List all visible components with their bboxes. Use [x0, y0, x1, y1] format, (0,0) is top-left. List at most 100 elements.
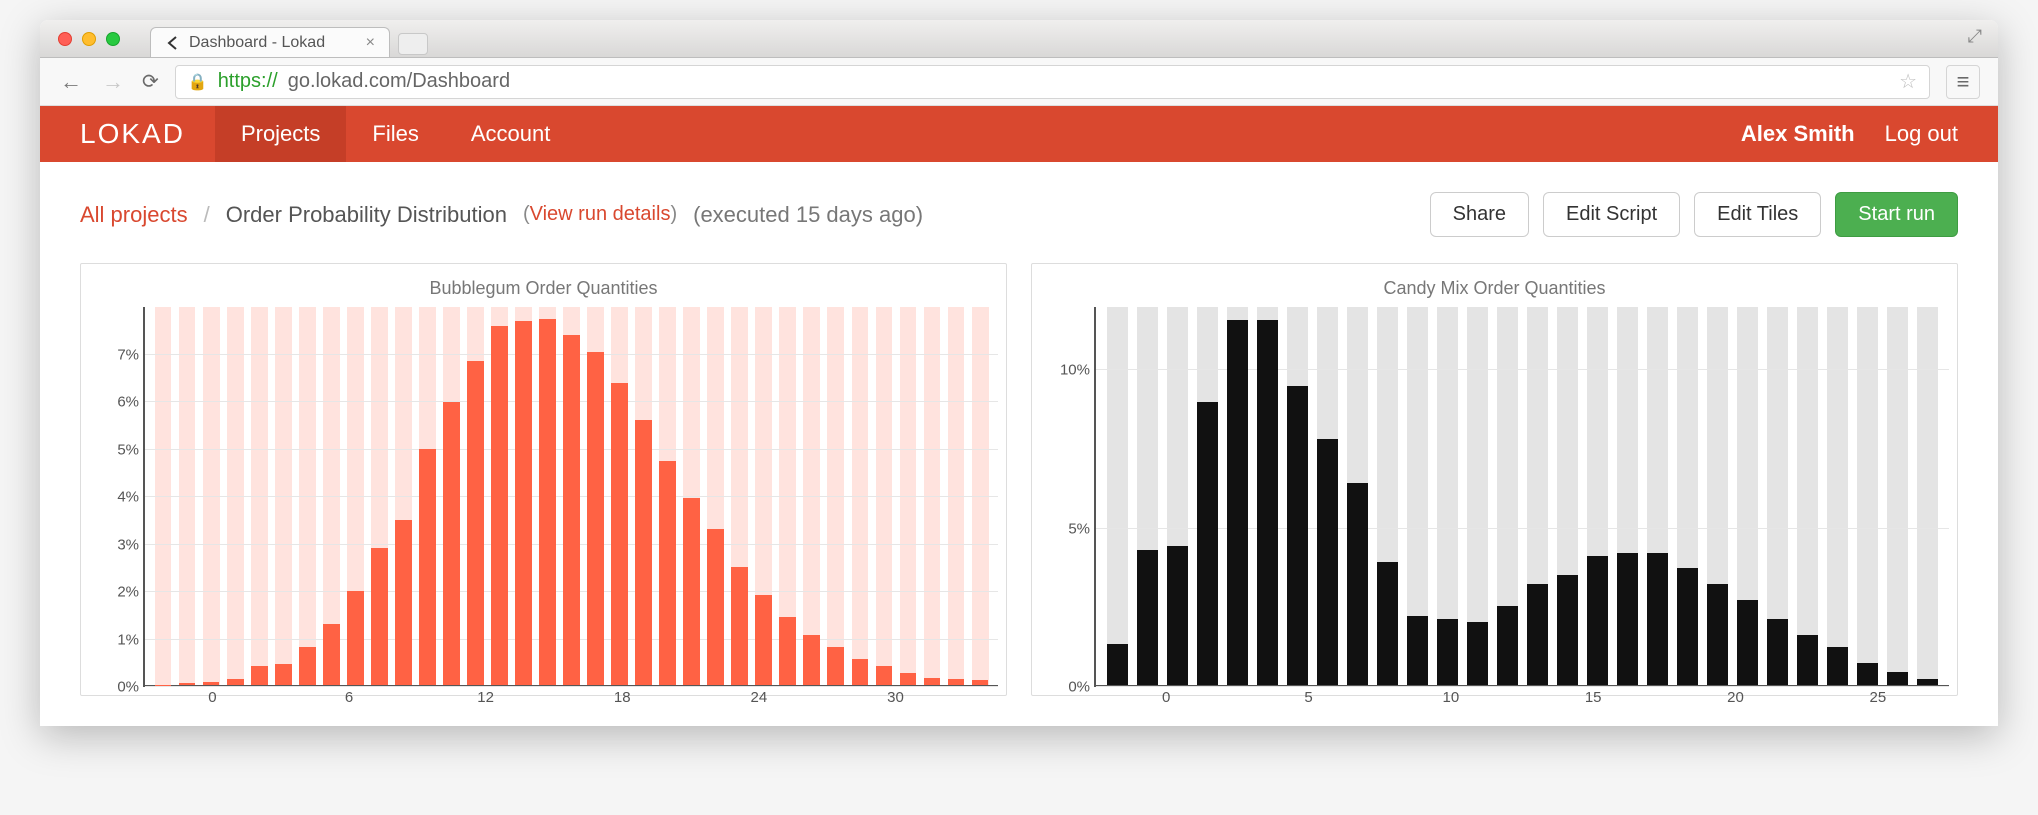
y-tick-label: 6%: [117, 394, 139, 411]
reload-button[interactable]: ⟳: [142, 69, 159, 94]
bar: [539, 319, 556, 685]
bar-slot: [1372, 307, 1402, 685]
bar-slot: [1102, 307, 1132, 685]
bar: [611, 383, 628, 685]
bar-background: [1797, 307, 1818, 685]
y-tick-label: 0%: [1068, 679, 1090, 696]
view-run-details-link[interactable]: (View run details): [523, 203, 677, 226]
zoom-window-icon[interactable]: [106, 32, 120, 46]
x-tick-label: 10: [1443, 689, 1460, 706]
user-name[interactable]: Alex Smith: [1741, 121, 1855, 147]
bar-slot: [1613, 307, 1643, 685]
bar: [1257, 320, 1278, 685]
nav-projects[interactable]: Projects: [215, 106, 346, 162]
edit-tiles-button[interactable]: Edit Tiles: [1694, 192, 1821, 237]
bar: [683, 498, 700, 685]
fullscreen-icon[interactable]: ⤢: [1968, 26, 1982, 47]
chart-title: Bubblegum Order Quantities: [89, 278, 998, 299]
url-path: go.lokad.com/Dashboard: [288, 70, 510, 93]
bar-slot: [1853, 307, 1883, 685]
chart-title: Candy Mix Order Quantities: [1040, 278, 1949, 299]
edit-script-button[interactable]: Edit Script: [1543, 192, 1680, 237]
bar: [1917, 679, 1938, 685]
y-tick-label: 7%: [117, 346, 139, 363]
bar: [1137, 550, 1158, 685]
x-axis: 0510152025: [1152, 685, 1949, 713]
bar: [1467, 622, 1488, 685]
browser-tabs: Dashboard - Lokad ×: [150, 20, 428, 57]
address-bar[interactable]: 🔒 https://go.lokad.com/Dashboard ☆: [175, 65, 1930, 99]
browser-menu-button[interactable]: ≡: [1946, 65, 1980, 99]
bar: [1737, 600, 1758, 685]
bar: [1797, 635, 1818, 685]
bar: [1677, 568, 1698, 685]
bar-slot: [1703, 307, 1733, 685]
bar-slot: [1342, 307, 1372, 685]
bar-slot: [1312, 307, 1342, 685]
close-tab-icon[interactable]: ×: [366, 34, 375, 52]
bar: [731, 567, 748, 685]
executed-label: (executed 15 days ago): [693, 202, 923, 228]
y-tick-label: 2%: [117, 584, 139, 601]
header-right: Alex Smith Log out: [1741, 121, 1958, 147]
bar-slot: [1282, 307, 1312, 685]
bar: [347, 591, 364, 686]
bar-slot: [1763, 307, 1793, 685]
bar: [1557, 575, 1578, 685]
x-tick-label: 0: [208, 689, 216, 706]
bar: [1707, 584, 1728, 685]
bar: [227, 679, 244, 685]
bar: [803, 635, 820, 685]
breadcrumb-root[interactable]: All projects: [80, 202, 188, 228]
url-scheme: https://: [218, 70, 278, 93]
browser-titlebar: Dashboard - Lokad × ⤢: [40, 20, 1998, 58]
bar: [491, 326, 508, 685]
bar: [1647, 553, 1668, 685]
bar-chart: 0%1%2%3%4%5%6%7% 0612182430: [89, 307, 998, 687]
close-window-icon[interactable]: [58, 32, 72, 46]
nav-account[interactable]: Account: [445, 106, 577, 162]
breadcrumb-sep: /: [204, 202, 210, 228]
bar-slot: [1192, 307, 1222, 685]
bar: [275, 664, 292, 685]
bar: [1407, 616, 1428, 685]
bar-slot: [1823, 307, 1853, 685]
bar-slot: [1673, 307, 1703, 685]
chart-tile-candymix: Candy Mix Order Quantities 0%5%10% 05101…: [1031, 263, 1958, 696]
bar: [1287, 386, 1308, 685]
bar: [924, 678, 941, 685]
minimize-window-icon[interactable]: [82, 32, 96, 46]
forward-button[interactable]: →: [100, 69, 126, 95]
y-axis: 0%1%2%3%4%5%6%7%: [89, 307, 145, 687]
bookmark-icon[interactable]: ☆: [1899, 69, 1917, 94]
x-tick-label: 6: [345, 689, 353, 706]
bar-slot: [1222, 307, 1252, 685]
browser-tab-active[interactable]: Dashboard - Lokad ×: [150, 27, 390, 57]
back-button[interactable]: ←: [58, 69, 84, 95]
toolbar: Share Edit Script Edit Tiles Start run: [1430, 192, 1958, 237]
bar: [1587, 556, 1608, 685]
favicon-icon: [165, 35, 181, 51]
bar: [515, 321, 532, 685]
bar-background: [1827, 307, 1848, 685]
bar: [1167, 546, 1188, 685]
tab-title: Dashboard - Lokad: [189, 34, 325, 52]
x-tick-label: 12: [477, 689, 494, 706]
start-run-button[interactable]: Start run: [1835, 192, 1958, 237]
nav-files[interactable]: Files: [346, 106, 444, 162]
bar-slot: [1552, 307, 1582, 685]
bar: [1527, 584, 1548, 685]
bar: [948, 679, 965, 685]
logout-link[interactable]: Log out: [1885, 121, 1958, 147]
bar-slot: [1643, 307, 1673, 685]
bar-background: [1857, 307, 1878, 685]
new-tab-button[interactable]: [398, 33, 428, 55]
share-button[interactable]: Share: [1430, 192, 1529, 237]
bar: [1107, 644, 1128, 685]
y-tick-label: 0%: [117, 679, 139, 696]
x-tick-label: 25: [1869, 689, 1886, 706]
brand-logo[interactable]: LOKAD: [80, 118, 185, 150]
page-content: All projects / Order Probability Distrib…: [40, 162, 1998, 726]
bar: [635, 420, 652, 685]
bar: [1497, 606, 1518, 685]
